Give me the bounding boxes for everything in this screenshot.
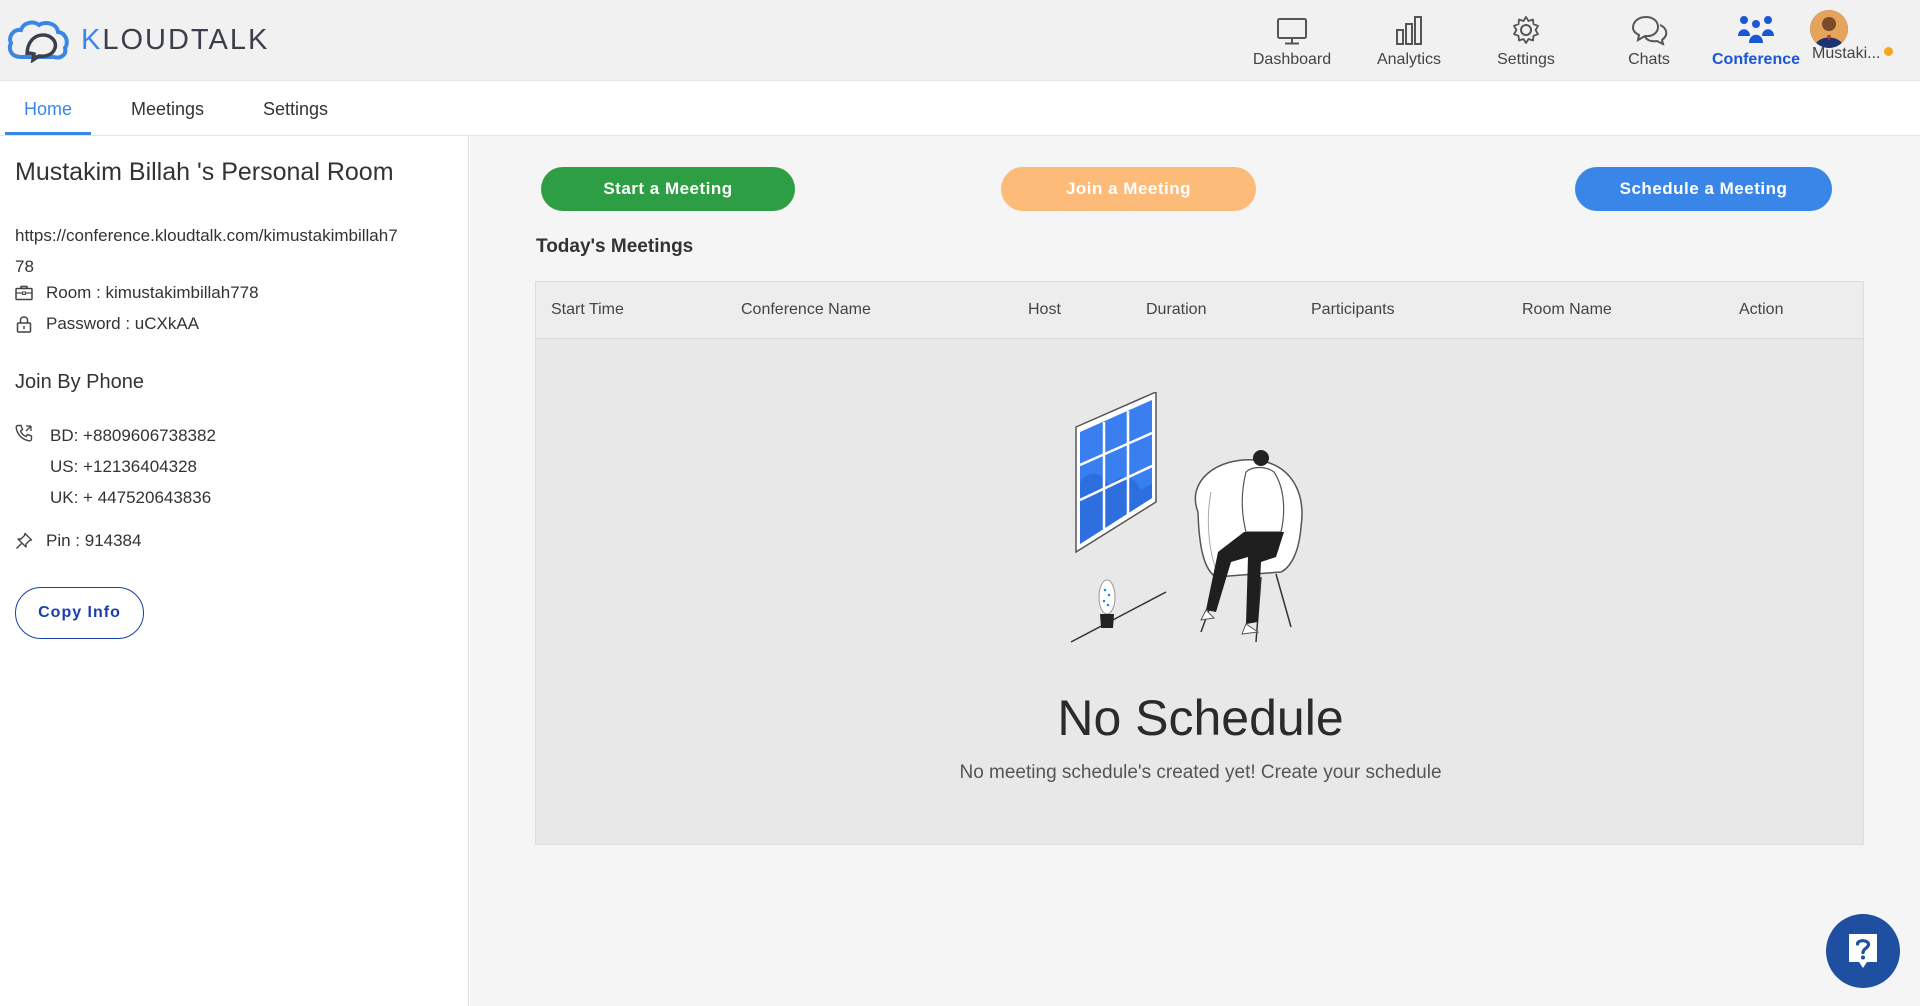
start-meeting-button[interactable]: Start a Meeting (541, 167, 795, 211)
column-conference-name[interactable]: Conference Name (741, 301, 871, 319)
nav-chats-label: Chats (1628, 51, 1670, 68)
password-line: Password : uCXkAA (15, 314, 199, 334)
empty-state-subtitle: No meeting schedule's created yet! Creat… (959, 762, 1442, 783)
column-duration[interactable]: Duration (1146, 301, 1206, 319)
room-line: Room : kimustakimbillah778 (15, 283, 259, 303)
cloud-logo-icon (7, 20, 69, 63)
active-tab-indicator (5, 132, 91, 135)
people-icon (1738, 16, 1774, 43)
nav-dashboard-label: Dashboard (1252, 51, 1332, 68)
nav-settings[interactable]: Settings (1471, 12, 1581, 69)
pin-line: Pin : 914384 (15, 531, 141, 551)
phone-bd: BD: +8809606738382 (50, 426, 216, 445)
room-text: Room : kimustakimbillah778 (46, 283, 259, 302)
tab-home[interactable]: Home (24, 99, 72, 120)
gear-icon (1513, 16, 1539, 44)
schedule-meeting-button[interactable]: Schedule a Meeting (1575, 167, 1832, 211)
tab-meetings[interactable]: Meetings (131, 99, 204, 120)
tab-settings[interactable]: Settings (263, 99, 328, 120)
room-url: https://conference.kloudtalk.com/kimusta… (15, 226, 398, 276)
help-chat-icon (1849, 934, 1877, 968)
nav-analytics-label: Analytics (1376, 51, 1442, 68)
lock-icon (16, 316, 32, 333)
avatar[interactable] (1810, 10, 1848, 48)
room-title: Mustakim Billah 's Personal Room (15, 158, 394, 186)
password-text: Password : uCXkAA (46, 314, 200, 333)
status-dot (1884, 47, 1893, 56)
column-room-name[interactable]: Room Name (1522, 301, 1612, 319)
user-photo-icon (1810, 10, 1848, 48)
pin-text: Pin : 914384 (46, 531, 142, 550)
phone-us: US: +12136404328 (50, 457, 197, 476)
kloudtalk-logo[interactable]: KLOUDTALK (5, 17, 269, 63)
nav-chats[interactable]: Chats (1594, 12, 1704, 69)
nav-settings-label: Settings (1497, 51, 1555, 68)
phone-uk: UK: + 447520643836 (50, 488, 212, 507)
nav-dashboard[interactable]: Dashboard (1237, 12, 1347, 69)
phone-icon (15, 424, 33, 442)
column-action[interactable]: Action (1739, 301, 1783, 319)
nav-analytics[interactable]: Analytics (1354, 12, 1464, 69)
column-participants[interactable]: Participants (1311, 301, 1395, 319)
personal-room-panel: Mustakim Billah 's Personal Room https:/… (0, 136, 469, 1006)
empty-schedule-illustration (1070, 392, 1303, 643)
user-name[interactable]: Mustaki... (1812, 45, 1880, 63)
copy-info-button[interactable]: Copy Info (15, 587, 144, 639)
logo-text: KLOUDTALK (81, 23, 270, 56)
briefcase-icon (15, 285, 33, 301)
help-button[interactable] (1826, 914, 1900, 988)
nav-conference[interactable]: Conference (1701, 12, 1811, 69)
column-host[interactable]: Host (1028, 301, 1061, 319)
monitor-icon (1277, 18, 1307, 45)
main-content: Start a Meeting Join a Meeting Schedule … (470, 136, 1920, 1006)
meetings-table: Start Time Conference Name Host Duration… (535, 281, 1864, 845)
join-by-phone-title: Join By Phone (15, 371, 144, 393)
empty-state-title: No Schedule (1057, 690, 1344, 746)
join-meeting-button[interactable]: Join a Meeting (1001, 167, 1256, 211)
column-start-time[interactable]: Start Time (551, 301, 624, 319)
todays-meetings-title: Today's Meetings (536, 236, 694, 257)
bar-chart-icon (1396, 16, 1422, 45)
pin-icon (16, 532, 33, 549)
tab-bar: Home Meetings Settings (0, 81, 1920, 136)
table-header: Start Time Conference Name Host Duration… (536, 282, 1863, 339)
top-bar: KLOUDTALK Dashboard Analytics Settings C… (0, 0, 1920, 81)
nav-conference-label: Conference (1711, 51, 1801, 68)
chat-bubbles-icon (1631, 15, 1668, 46)
